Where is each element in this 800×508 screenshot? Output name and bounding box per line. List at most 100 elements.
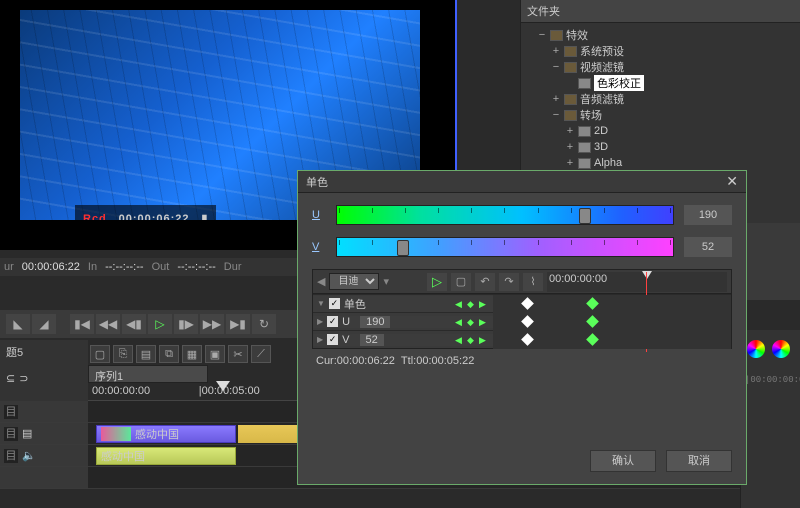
ok-button[interactable]: 确认 — [590, 450, 656, 472]
tool-open[interactable]: ⎘ — [113, 345, 133, 363]
kf-playhead-icon[interactable] — [642, 271, 652, 279]
kf-fwd-button[interactable]: ↷ — [499, 273, 519, 291]
kf-back-button[interactable]: ↶ — [475, 273, 495, 291]
tree-twisty-icon[interactable]: + — [551, 45, 561, 57]
v-thumb[interactable] — [397, 240, 409, 256]
kf-checkbox[interactable]: ✓ — [327, 334, 338, 345]
dialog-header[interactable]: 单色 ✕ — [298, 171, 746, 193]
keyframe-area: ◀ 目迪 ▾ ▷ ▢ ↶ ↷ ⌇ 00:00:00:00 ▼✓单色◀◆▶▶✓U1… — [312, 269, 732, 349]
kf-checkbox[interactable]: ✓ — [329, 298, 340, 309]
kf-prev[interactable]: ◀ — [455, 299, 465, 309]
u-value[interactable]: 190 — [684, 205, 732, 225]
audio-clip[interactable]: 感动中国 — [96, 447, 236, 465]
kf-ruler[interactable]: 00:00:00:00 — [547, 272, 727, 292]
kf-track[interactable] — [493, 331, 731, 349]
goto-end-button[interactable]: ▶▮ — [226, 314, 250, 334]
kf-prev[interactable]: ◀ — [455, 335, 465, 345]
tree-item[interactable]: +系统预设 — [523, 43, 798, 59]
loop-button[interactable]: ↻ — [252, 314, 276, 334]
record-timecode: Rcd 00:00:06:22 ▮ — [75, 205, 216, 220]
dur-label: ur — [4, 261, 14, 273]
tool-group[interactable]: ▣ — [205, 345, 225, 363]
kf-add[interactable]: ◆ — [467, 335, 477, 345]
keyframe-icon[interactable] — [521, 297, 534, 310]
tree-item[interactable]: +3D — [523, 139, 798, 155]
color-wheel-icon-2[interactable] — [772, 340, 790, 358]
kf-track[interactable] — [493, 313, 731, 331]
cancel-button[interactable]: 取消 — [666, 450, 732, 472]
keyframe-icon[interactable] — [521, 315, 534, 328]
v-slider[interactable] — [336, 237, 674, 257]
kf-param-value[interactable]: 190 — [360, 316, 390, 328]
video-clip[interactable]: 感动中国 — [96, 425, 236, 443]
play-button[interactable]: ▷ — [148, 314, 172, 334]
tree-twisty-icon[interactable]: + — [565, 157, 575, 169]
dur-tc: 00:00:06:22 — [22, 261, 80, 273]
tool-paste[interactable]: ▦ — [182, 345, 202, 363]
tree-twisty-icon[interactable]: − — [551, 109, 561, 121]
step-back-button[interactable]: ◀▮ — [122, 314, 146, 334]
v-value[interactable]: 52 — [684, 237, 732, 257]
link-icon[interactable]: ⊃ — [19, 372, 28, 385]
kf-mode-select[interactable]: 目迪 — [329, 273, 379, 290]
kf-graph-button[interactable]: ⌇ — [523, 273, 543, 291]
expand-icon[interactable]: ▶ — [317, 335, 323, 344]
kf-prev[interactable]: ◀ — [455, 317, 465, 327]
keyframe-icon[interactable] — [586, 315, 599, 328]
tree-twisty-icon[interactable]: + — [565, 125, 575, 137]
tree-twisty-icon[interactable]: − — [537, 29, 547, 41]
tree-twisty-icon[interactable]: + — [551, 93, 561, 105]
tree-item[interactable]: +Alpha — [523, 155, 798, 171]
tree-item[interactable]: −视频滤镜 — [523, 59, 798, 75]
sequence-tab[interactable]: 序列1 — [88, 365, 208, 383]
mark-in-button[interactable]: ◣ — [6, 314, 30, 334]
keyframe-icon[interactable] — [586, 333, 599, 346]
step-fwd-button[interactable]: ▮▶ — [174, 314, 198, 334]
goto-start-button[interactable]: ▮◀ — [70, 314, 94, 334]
kf-play-button[interactable]: ▷ — [427, 273, 447, 291]
keyframe-icon[interactable] — [586, 297, 599, 310]
kf-next[interactable]: ▶ — [479, 335, 489, 345]
tree-item[interactable]: +2D — [523, 123, 798, 139]
tool-cut[interactable]: ✂ — [228, 345, 248, 363]
u-slider[interactable] — [336, 205, 674, 225]
kf-track[interactable] — [493, 295, 731, 313]
kf-add[interactable]: ◆ — [467, 299, 477, 309]
tree-item[interactable]: −转场 — [523, 107, 798, 123]
tree-item[interactable]: −特效 — [523, 27, 798, 43]
kf-dd-icon[interactable]: ▾ — [383, 275, 389, 288]
timeline-title: 题5 — [0, 340, 88, 364]
expand-icon[interactable]: ▶ — [317, 317, 323, 326]
tool-new[interactable]: ▢ — [90, 345, 110, 363]
tree-twisty-icon[interactable]: − — [551, 61, 561, 73]
kf-prev-icon[interactable]: ◀ — [317, 275, 325, 288]
kf-loop-button[interactable]: ▢ — [451, 273, 471, 291]
rewind-button[interactable]: ◀◀ — [96, 314, 120, 334]
tree-item[interactable]: +音频滤镜 — [523, 91, 798, 107]
close-icon[interactable]: ✕ — [726, 173, 738, 190]
ffwd-button[interactable]: ▶▶ — [200, 314, 224, 334]
expand-icon[interactable]: ▼ — [317, 299, 325, 308]
magnet-icon[interactable]: ⊆ — [6, 372, 15, 385]
tool-razor[interactable]: ⟋ — [251, 345, 271, 363]
audio-mute[interactable]: 目 — [4, 449, 18, 463]
kf-param-value[interactable]: 52 — [360, 334, 384, 346]
kf-checkbox[interactable]: ✓ — [327, 316, 338, 327]
tool-save[interactable]: ▤ — [136, 345, 156, 363]
kf-next[interactable]: ▶ — [479, 299, 489, 309]
right-color-panel: |00:00:00:00 — [740, 330, 800, 508]
kf-next[interactable]: ▶ — [479, 317, 489, 327]
folder-icon — [578, 142, 591, 153]
tree-twisty-icon[interactable]: + — [565, 141, 575, 153]
tree-twisty-icon[interactable] — [565, 77, 575, 89]
color-wheel-icon[interactable] — [747, 340, 765, 358]
tree-item[interactable]: 色彩校正 — [523, 75, 798, 91]
mark-out-button[interactable]: ◢ — [32, 314, 56, 334]
tool-copy[interactable]: ⧉ — [159, 345, 179, 363]
track-toggle[interactable]: 目 — [4, 405, 18, 419]
playhead-icon[interactable] — [216, 381, 230, 391]
video-mute[interactable]: 目 — [4, 427, 18, 441]
kf-add[interactable]: ◆ — [467, 317, 477, 327]
keyframe-icon[interactable] — [521, 333, 534, 346]
u-thumb[interactable] — [579, 208, 591, 224]
